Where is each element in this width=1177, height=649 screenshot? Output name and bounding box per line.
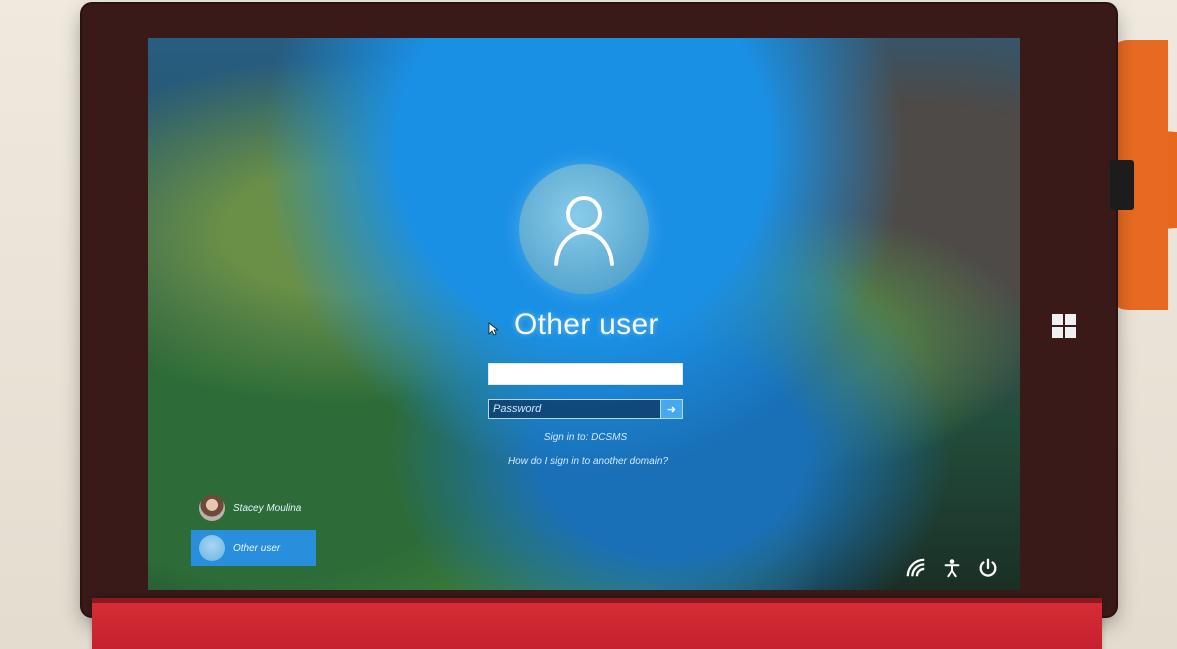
user-avatar-large: [519, 164, 649, 294]
network-icon[interactable]: [904, 556, 928, 580]
user-tile-label: Other user: [233, 542, 281, 554]
user-tile-stacey[interactable]: Stacey Moulina: [191, 490, 316, 526]
photo-scene: Other user ➜ Sign in to: DCSMS How do I …: [0, 0, 1177, 649]
generic-user-icon: [199, 535, 225, 561]
ease-of-access-icon[interactable]: [940, 556, 964, 580]
user-tile-label: Stacey Moulina: [233, 502, 302, 514]
user-photo-avatar: [199, 495, 225, 521]
side-port: [1110, 160, 1134, 210]
user-tile-other[interactable]: Other user: [191, 530, 316, 566]
sign-in-domain-text: Sign in to: DCSMS: [543, 432, 628, 443]
mouse-cursor-icon: [488, 322, 498, 336]
keyboard-hinge: [92, 598, 1102, 603]
password-input[interactable]: [488, 399, 661, 419]
password-row: ➜: [488, 399, 683, 419]
windows-logo-icon[interactable]: [1052, 314, 1076, 338]
domain-help-link[interactable]: How do I sign in to another domain?: [468, 456, 708, 467]
user-silhouette-icon: [554, 196, 614, 266]
system-icons: [904, 556, 1000, 580]
user-list: Stacey Moulina Other user: [191, 490, 316, 570]
selected-username: Other user: [514, 308, 659, 341]
arrow-right-icon[interactable]: ➜: [661, 399, 683, 419]
power-icon[interactable]: [976, 556, 1000, 580]
lock-screen: Other user ➜ Sign in to: DCSMS How do I …: [148, 38, 1020, 590]
keyboard-cover: [92, 598, 1102, 649]
username-input[interactable]: [488, 363, 683, 385]
